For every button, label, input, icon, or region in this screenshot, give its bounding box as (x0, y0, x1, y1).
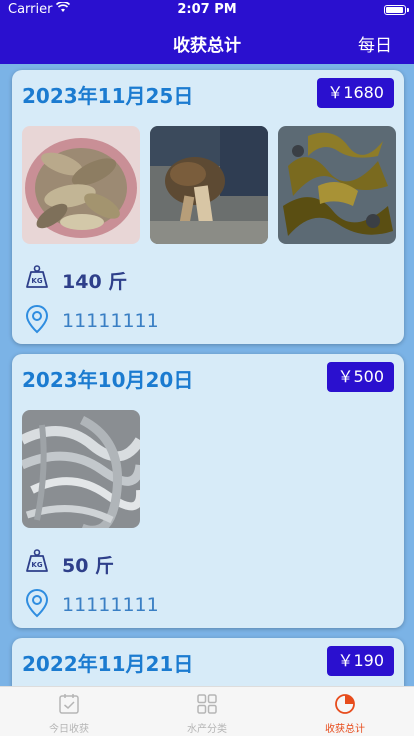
location-pin-icon (24, 304, 50, 338)
harvest-card[interactable]: 2022年11月21日 ￥190 (12, 638, 404, 687)
battery-icon (384, 5, 409, 15)
location-value: 11111111 (62, 310, 159, 332)
fish-basket-photo[interactable] (22, 126, 140, 244)
svg-text:KG: KG (31, 561, 42, 569)
status-bar: Carrier 2:07 PM (0, 0, 414, 20)
checklist-icon (58, 693, 80, 715)
card-date: 2022年11月21日 (22, 652, 194, 676)
weight-value: 50 斤 (62, 555, 115, 577)
tab-label: 今日收获 (49, 724, 89, 735)
kelp-photo[interactable] (278, 126, 396, 244)
pie-chart-icon (334, 693, 356, 715)
price-badge: ￥1680 (317, 78, 394, 108)
tab-bar: 今日收获 水产分类 收获总计 (0, 686, 414, 736)
tab-aquatic-category[interactable]: 水产分类 (138, 687, 276, 736)
price-badge: ￥500 (327, 362, 394, 392)
page-title: 收获总计 (173, 36, 241, 56)
tab-label: 水产分类 (187, 724, 227, 735)
weight-icon: KG (24, 548, 50, 578)
tab-today-harvest[interactable]: 今日收获 (0, 687, 138, 736)
nav-bar: 收获总计 每日 (0, 20, 414, 64)
weight-value: 140 斤 (62, 271, 128, 293)
svg-text:KG: KG (31, 277, 42, 285)
grid-icon (196, 693, 218, 715)
tab-label: 收获总计 (325, 724, 365, 735)
weight-icon: KG (24, 264, 50, 294)
location-pin-icon (24, 588, 50, 622)
location-value: 11111111 (62, 594, 159, 616)
records-list[interactable]: 2023年11月25日 ￥1680 KG 140 斤 11111111 2023… (0, 64, 414, 687)
harvest-card[interactable]: 2023年11月25日 ￥1680 KG 140 斤 11111111 (12, 70, 404, 344)
card-date: 2023年10月20日 (22, 368, 194, 392)
crayfish-photo[interactable] (150, 126, 268, 244)
card-date: 2023年11月25日 (22, 84, 194, 108)
hairtail-photo[interactable] (22, 410, 140, 528)
price-badge: ￥190 (327, 646, 394, 676)
harvest-card[interactable]: 2023年10月20日 ￥500 KG 50 斤 11111111 (12, 354, 404, 628)
daily-button[interactable]: 每日 (358, 31, 392, 56)
status-time: 2:07 PM (177, 2, 237, 17)
tab-harvest-total[interactable]: 收获总计 (276, 687, 414, 736)
